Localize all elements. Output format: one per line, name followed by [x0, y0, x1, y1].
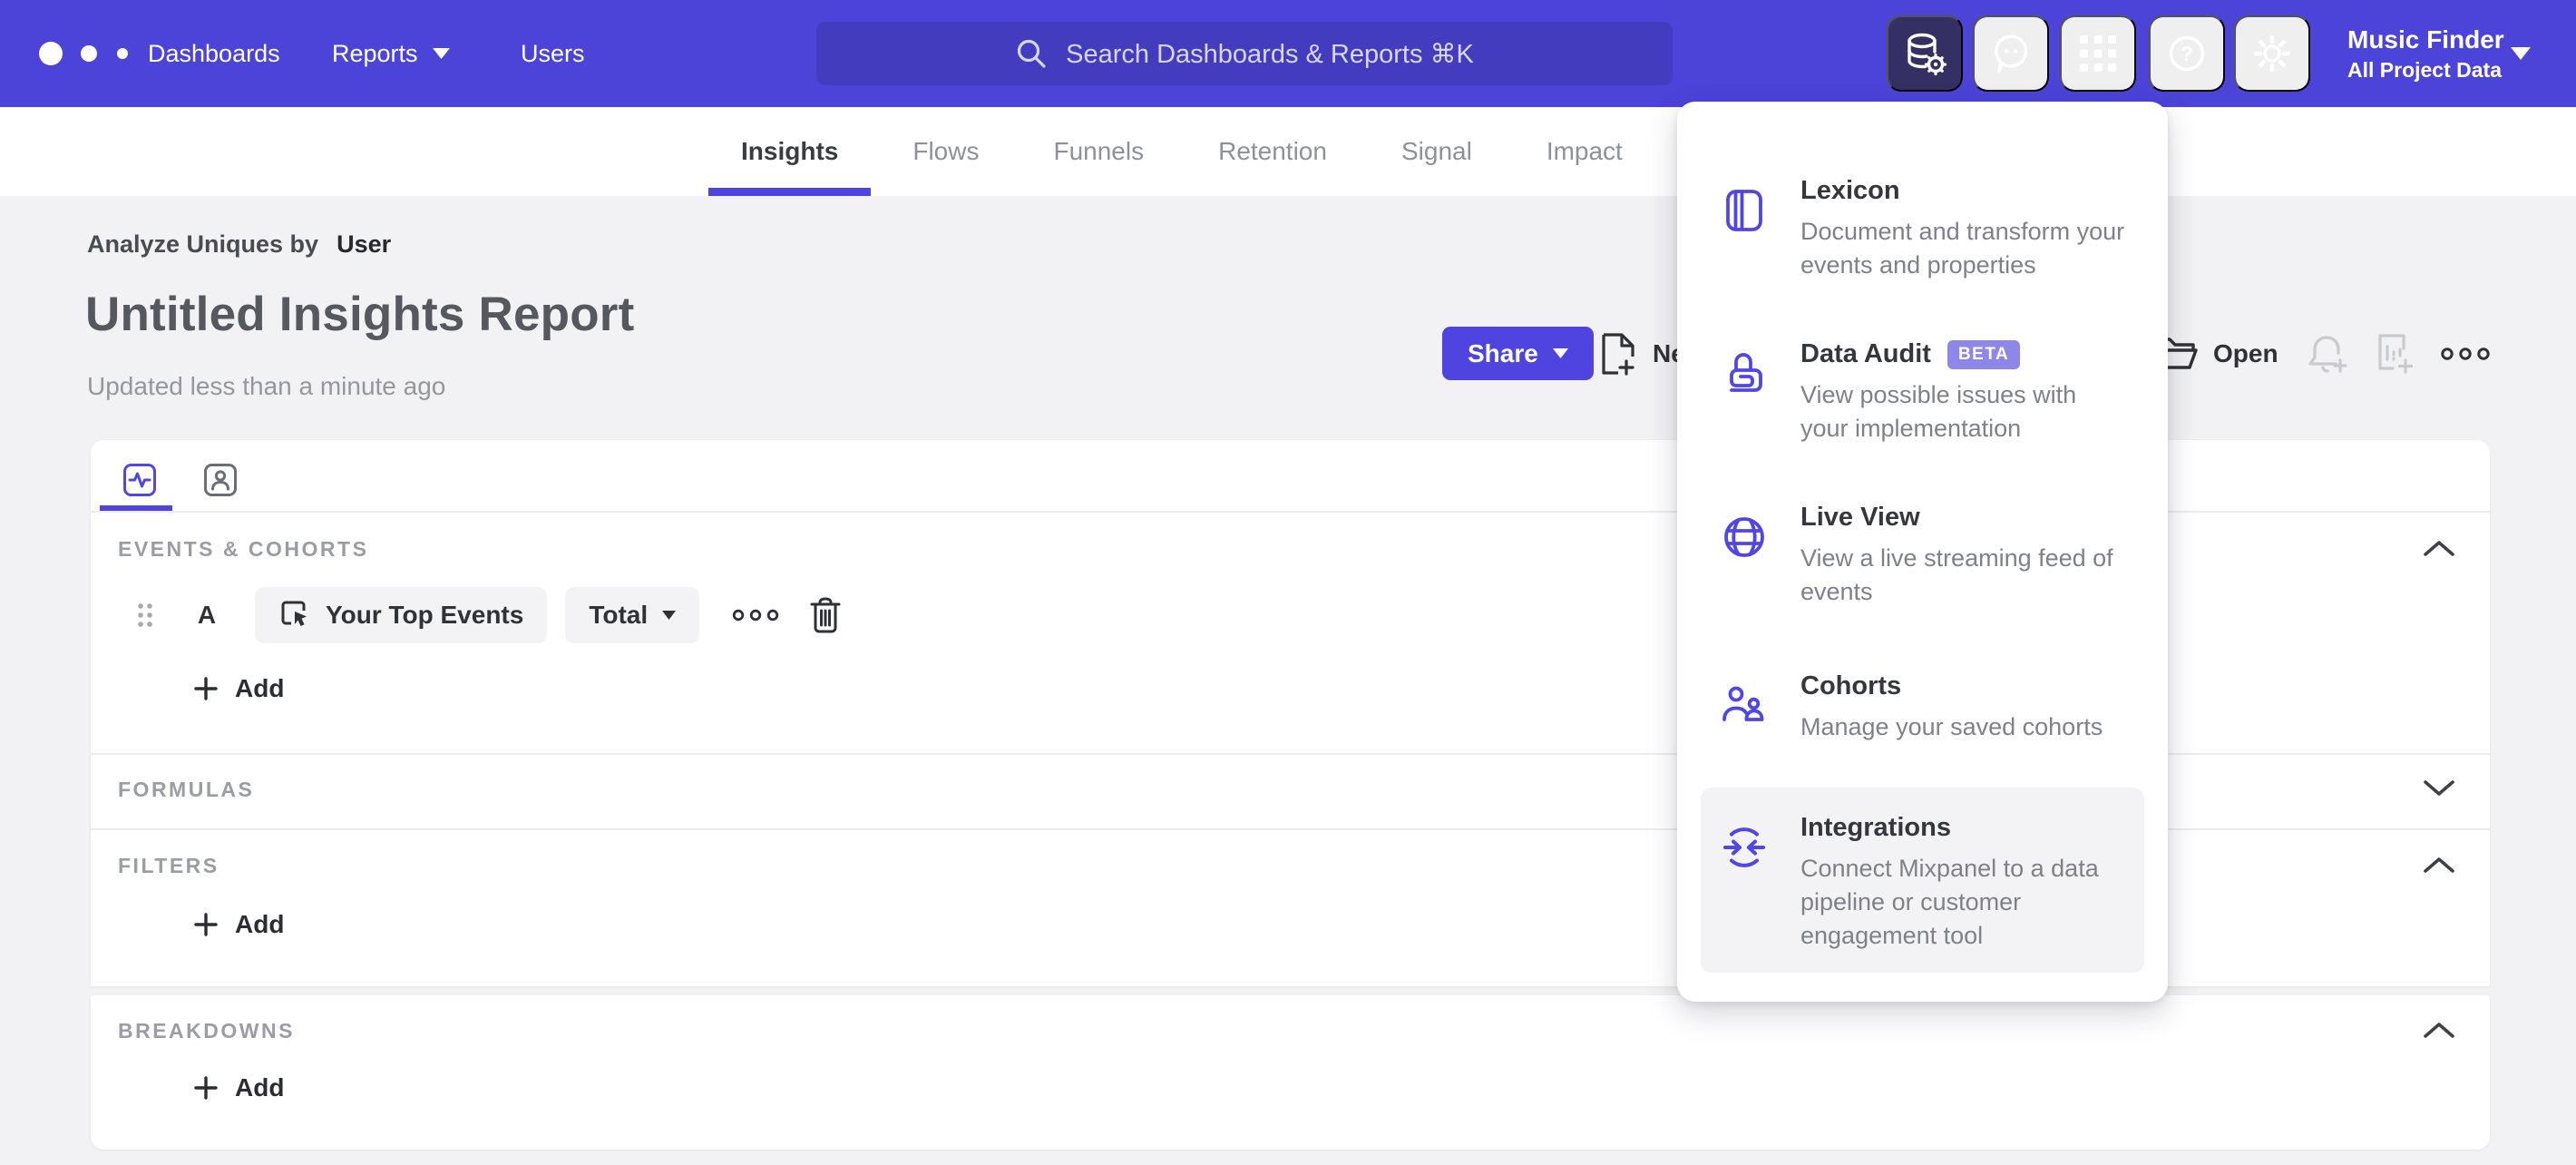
share-button[interactable]: Share — [1442, 327, 1594, 380]
menu-item-lexicon[interactable]: Lexicon Document and transform your even… — [1701, 163, 2144, 323]
add-event-button[interactable]: Add — [193, 674, 284, 703]
mixpanel-logo[interactable] — [38, 40, 147, 67]
row-more-options-icon[interactable] — [732, 608, 779, 622]
project-scope: All Project Data — [2347, 58, 2502, 82]
nav-item-reports[interactable]: Reports — [332, 0, 450, 107]
top-nav: Dashboards Reports Users Search Dashboar… — [0, 0, 2576, 107]
report-title: Untitled Insights Report — [85, 288, 635, 341]
event-name: Your Top Events — [326, 601, 524, 629]
bell-add-icon — [2304, 330, 2351, 377]
gear-icon — [2249, 31, 2295, 76]
help-icon: ? — [2165, 32, 2209, 75]
tab-signal[interactable]: Signal — [1381, 107, 1492, 196]
feedback-button[interactable] — [1973, 15, 2049, 92]
project-caret-icon — [2511, 47, 2531, 60]
breakdowns-collapse-chevron-up[interactable] — [2419, 1014, 2459, 1045]
integrations-sync-icon — [1721, 824, 1768, 871]
tab-insights[interactable]: Insights — [707, 107, 872, 196]
tab-flows[interactable]: Flows — [893, 107, 999, 196]
event-picker-icon — [278, 598, 311, 632]
search-icon — [1015, 37, 1048, 70]
metric-value: Total — [589, 601, 649, 629]
pulse-chart-icon — [122, 463, 157, 497]
add-filter-button[interactable]: Add — [193, 910, 284, 939]
plus-icon — [193, 1075, 219, 1101]
caret-down-icon — [1552, 348, 1568, 358]
analyze-label: Analyze Uniques by — [87, 230, 319, 258]
events-collapse-chevron-up[interactable] — [2419, 533, 2459, 563]
delete-row-trash-icon[interactable] — [808, 596, 843, 634]
alert-subscribe-button[interactable] — [2304, 327, 2351, 380]
tab-funnels[interactable]: Funnels — [1033, 107, 1164, 196]
new-report-icon — [1598, 331, 1638, 377]
menu-item-data-audit[interactable]: Data Audit BETA View possible issues wit… — [1701, 327, 2144, 486]
apps-grid-button[interactable] — [2060, 15, 2136, 92]
row-letter: A — [197, 601, 217, 629]
plus-icon — [193, 676, 219, 701]
plus-icon — [193, 912, 219, 937]
event-selector-chip[interactable]: Your Top Events — [255, 587, 548, 643]
beta-badge: BETA — [1947, 339, 2021, 369]
data-management-button[interactable] — [1887, 15, 1963, 92]
settings-button[interactable] — [2234, 15, 2310, 92]
search-input[interactable]: Search Dashboards & Reports ⌘K — [816, 22, 1673, 85]
search-placeholder: Search Dashboards & Reports ⌘K — [1066, 39, 1474, 69]
caret-down-icon — [432, 48, 450, 59]
query-row-a: A Your Top Events Total — [136, 587, 843, 643]
profile-card-icon — [203, 463, 238, 497]
project-switcher[interactable]: Music Finder All Project Data — [2347, 0, 2504, 107]
metric-selector-chip[interactable]: Total — [565, 587, 700, 643]
filters-label: FILTERS — [118, 854, 220, 877]
grid-icon — [2078, 34, 2118, 73]
formulas-label: FORMULAS — [118, 778, 255, 801]
project-name: Music Finder — [2347, 25, 2504, 54]
report-tabbar: Insights Flows Funnels Retention Signal … — [0, 107, 2576, 196]
database-gear-icon — [1902, 31, 1947, 76]
analyze-value[interactable]: User — [337, 230, 391, 259]
help-button[interactable]: ? — [2149, 15, 2225, 92]
data-management-menu: Lexicon Document and transform your even… — [1677, 102, 2168, 1002]
nav-item-users[interactable]: Users — [521, 0, 585, 107]
menu-item-integrations[interactable]: Integrations Connect Mixpanel to a data … — [1701, 788, 2144, 973]
view-insights-chart-tab[interactable] — [116, 456, 163, 504]
events-cohorts-label: EVENTS & COHORTS — [118, 537, 369, 561]
tab-impact[interactable]: Impact — [1527, 107, 1643, 196]
analyze-by-row: Analyze Uniques by User — [87, 230, 391, 259]
breakdowns-label: BREAKDOWNS — [118, 1019, 295, 1043]
cohorts-people-icon — [1721, 682, 1768, 729]
live-view-globe-icon — [1721, 514, 1768, 561]
drag-handle[interactable] — [136, 601, 154, 630]
breakdowns-card: BREAKDOWNS Add — [91, 995, 2490, 1150]
feedback-bubble-icon — [1989, 32, 2033, 75]
data-audit-lock-icon — [1721, 350, 1768, 397]
add-to-board-button[interactable] — [2371, 327, 2418, 380]
open-report-button[interactable]: Open — [2153, 327, 2278, 380]
tab-retention[interactable]: Retention — [1198, 107, 1347, 196]
lexicon-book-icon — [1721, 187, 1768, 234]
svg-text:?: ? — [2181, 42, 2193, 65]
add-breakdown-button[interactable]: Add — [193, 1073, 284, 1102]
more-options-button[interactable] — [2440, 327, 2491, 380]
menu-item-live-view[interactable]: Live View View a live streaming feed of … — [1701, 490, 2144, 650]
caret-down-icon — [662, 611, 677, 620]
nav-item-dashboards[interactable]: Dashboards — [148, 0, 280, 107]
formulas-expand-chevron-down[interactable] — [2419, 773, 2459, 804]
updated-timestamp: Updated less than a minute ago — [87, 372, 446, 400]
menu-item-cohorts[interactable]: Cohorts Manage your saved cohorts — [1701, 659, 2144, 788]
more-dots-icon — [2440, 346, 2491, 362]
filters-collapse-chevron-up[interactable] — [2419, 849, 2459, 880]
view-profiles-tab[interactable] — [197, 456, 244, 504]
chart-add-icon — [2371, 330, 2418, 377]
